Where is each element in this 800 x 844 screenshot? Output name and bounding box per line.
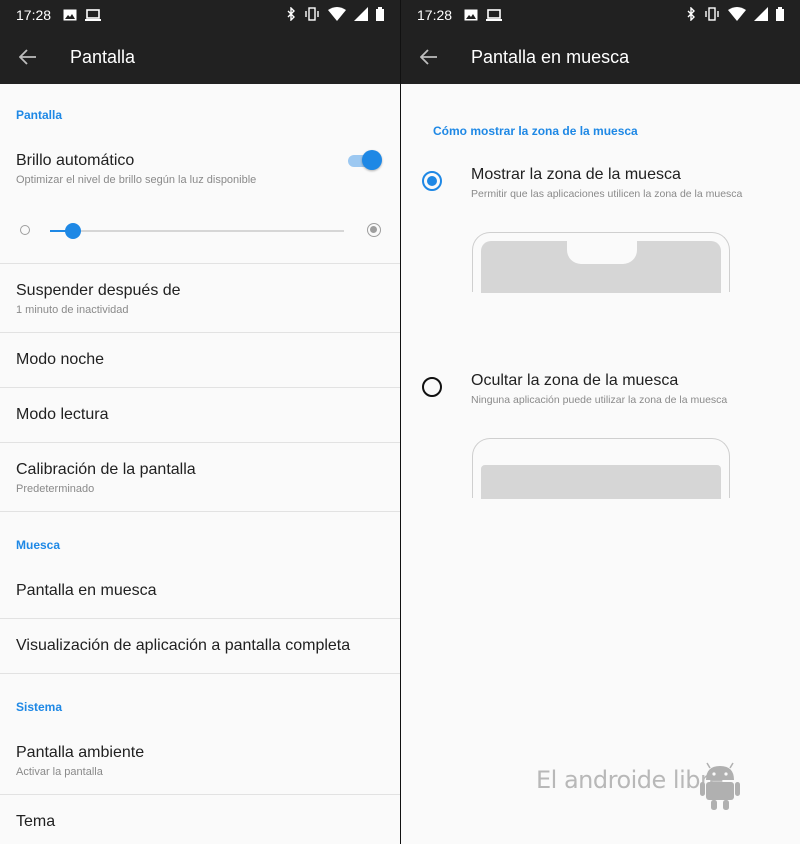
section-header-notch: Cómo mostrar la zona de la muesca — [433, 124, 638, 138]
wifi-icon — [728, 6, 746, 24]
option-ocultar-label: Ocultar la zona de la muesca — [471, 372, 679, 389]
tema-label: Tema — [16, 813, 56, 830]
visualizacion-label: Visualización de aplicación a pantalla c… — [16, 637, 351, 654]
modo-lectura-label: Modo lectura — [16, 406, 109, 423]
option-mostrar-sub: Permitir que las aplicaciones utilicen l… — [471, 188, 743, 200]
notch-hidden-preview — [472, 438, 730, 499]
image-notification-icon — [63, 9, 77, 21]
brillo-label: Brillo automático — [16, 152, 135, 169]
laptop-notification-icon — [85, 9, 102, 21]
pantalla-muesca-label: Pantalla en muesca — [16, 582, 157, 599]
suspender-sub: 1 minuto de inactividad — [16, 304, 129, 316]
ambiente-label: Pantalla ambiente — [16, 744, 145, 761]
section-header-muesca: Muesca — [16, 538, 61, 552]
brightness-slider-thumb[interactable] — [64, 223, 81, 239]
back-button[interactable] — [0, 30, 56, 84]
android-robot-logo — [700, 760, 740, 812]
ambiente-sub: Activar la pantalla — [16, 766, 103, 778]
signal-icon — [354, 6, 368, 24]
status-time: 17:28 — [417, 7, 453, 23]
notch-shown-preview — [472, 232, 730, 293]
suspender-label: Suspender después de — [16, 282, 181, 299]
vibrate-icon — [704, 6, 720, 24]
signal-icon — [754, 6, 768, 24]
tema-item[interactable]: Tema — [0, 813, 400, 831]
vibrate-icon — [304, 6, 320, 24]
battery-icon — [376, 6, 384, 24]
arrow-back-icon — [420, 49, 437, 65]
status-bar: 17:28 — [0, 0, 400, 30]
app-bar: Pantalla — [0, 30, 400, 84]
brillo-sub: Optimizar el nivel de brillo según la lu… — [16, 174, 257, 186]
brillo-toggle[interactable] — [346, 150, 382, 170]
brightness-high-icon — [367, 223, 381, 237]
visualizacion-item[interactable]: Visualización de aplicación a pantalla c… — [0, 637, 400, 655]
radio-ocultar[interactable] — [422, 377, 442, 397]
option-ocultar[interactable]: Ocultar la zona de la muesca Ninguna apl… — [401, 366, 800, 516]
section-header-sistema: Sistema — [16, 700, 63, 714]
bluetooth-icon — [286, 5, 296, 24]
suspender-item[interactable]: Suspender después de 1 minuto de inactiv… — [0, 282, 400, 316]
app-bar: Pantalla en muesca — [401, 30, 800, 84]
brightness-low-icon — [20, 225, 30, 235]
back-button[interactable] — [401, 30, 457, 84]
modo-noche-item[interactable]: Modo noche — [0, 351, 400, 369]
page-title: Pantalla — [70, 46, 136, 67]
modo-noche-label: Modo noche — [16, 351, 105, 368]
pantalla-ambiente-item[interactable]: Pantalla ambiente Activar la pantalla — [0, 744, 400, 778]
status-bar: 17:28 — [401, 0, 800, 30]
option-mostrar[interactable]: Mostrar la zona de la muesca Permitir qu… — [401, 160, 800, 310]
option-mostrar-label: Mostrar la zona de la muesca — [471, 166, 681, 183]
pantalla-muesca-item[interactable]: Pantalla en muesca — [0, 582, 400, 600]
arrow-back-icon — [19, 49, 36, 65]
bluetooth-icon — [686, 5, 696, 24]
brillo-automatico-item[interactable]: Brillo automático Optimizar el nivel de … — [0, 150, 400, 186]
section-header-pantalla: Pantalla — [16, 108, 63, 122]
calibracion-item[interactable]: Calibración de la pantalla Predeterminad… — [0, 461, 400, 495]
battery-icon — [776, 6, 784, 24]
calibracion-sub: Predeterminado — [16, 483, 95, 495]
modo-lectura-item[interactable]: Modo lectura — [0, 406, 400, 424]
laptop-notification-icon — [486, 9, 503, 21]
watermark-text: El androide libre — [536, 766, 724, 794]
option-ocultar-sub: Ninguna aplicación puede utilizar la zon… — [471, 394, 728, 406]
image-notification-icon — [464, 9, 478, 21]
settings-panel-pantalla: 17:28 Pantalla Pantalla Brillo automátic… — [0, 0, 400, 844]
wifi-icon — [328, 6, 346, 24]
page-title: Pantalla en muesca — [471, 46, 630, 67]
brightness-slider[interactable] — [0, 216, 400, 246]
radio-mostrar[interactable] — [422, 171, 442, 191]
status-time: 17:28 — [16, 7, 52, 23]
calibracion-label: Calibración de la pantalla — [16, 461, 196, 478]
notch-settings-panel: 17:28 Pantalla en muesca Cómo mostrar la… — [400, 0, 800, 844]
